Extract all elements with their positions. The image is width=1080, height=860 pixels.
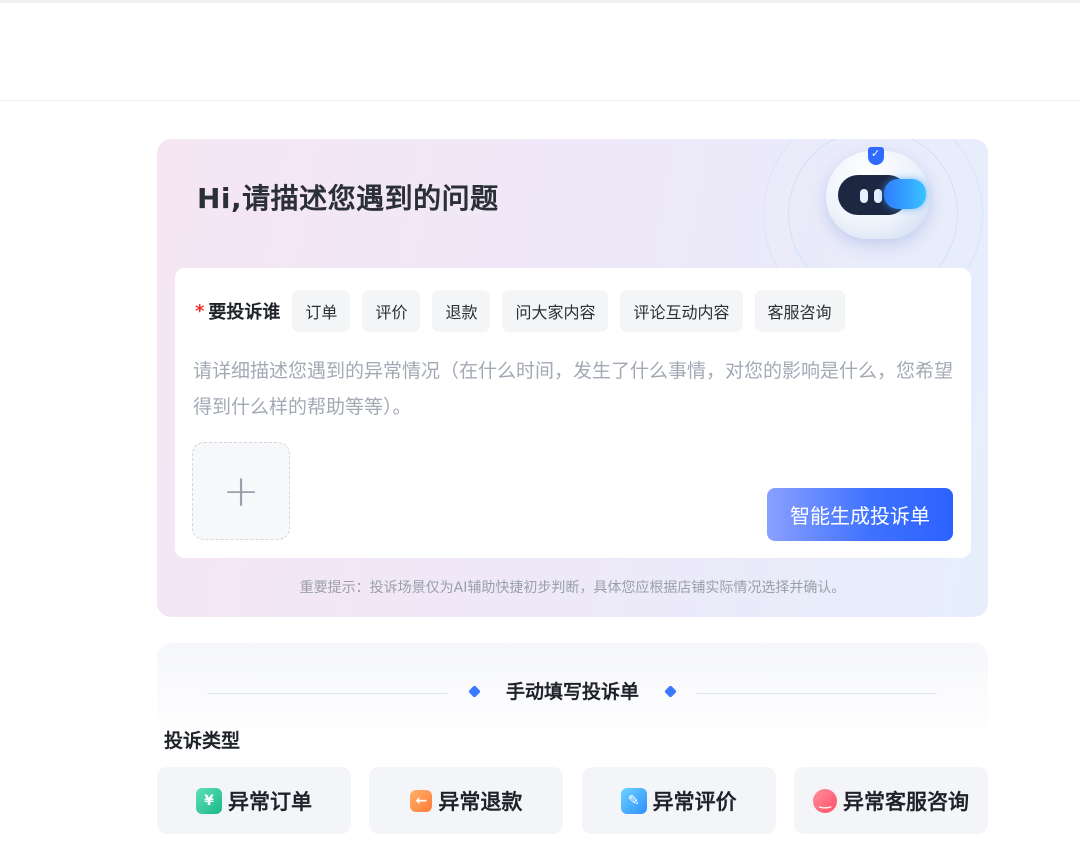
type-abnormal-review-button[interactable]: ✎ 异常评价 [581,767,776,834]
target-chip-review[interactable]: 评价 [362,290,421,332]
complaint-target-row: * 要投诉谁 订单 评价 退款 问大家内容 评论互动内容 客服咨询 [195,290,857,332]
manual-section-title: 手动填写投诉单 [505,681,639,703]
complaint-target-text: 要投诉谁 [208,302,281,323]
type-label: 异常客服咨询 [842,789,969,814]
page-header [0,3,1080,101]
type-label: 异常评价 [652,789,737,814]
target-chip-refund[interactable]: 退款 [432,290,491,332]
generate-complaint-button[interactable]: 智能生成投诉单 [767,488,953,541]
page-title: Hi,请描述您遇到的问题 [197,182,499,215]
important-tip: 重要提示：投诉场景仅为AI辅助快捷初步判断，具体您应根据店铺实际情况选择并确认。 [299,580,846,596]
required-mark: * [195,300,205,322]
target-chip-comment-content[interactable]: 评论互动内容 [620,290,743,332]
divider-right [697,693,937,694]
target-chip-service-consult[interactable]: 客服咨询 [754,290,845,332]
shield-check-icon [868,147,884,165]
upload-image-button[interactable]: + [192,442,290,540]
yuan-receipt-icon: ¥ [196,787,222,814]
type-abnormal-refund-button[interactable]: ← 异常退款 [369,767,564,834]
robot-assistant-icon [822,139,934,243]
edit-note-icon: ✎ [620,787,647,814]
description-input[interactable]: 请详细描述您遇到的异常情况（在什么时间，发生了什么事情，对您的影响是什么，您希望… [193,353,953,425]
type-abnormal-order-button[interactable]: ¥ 异常订单 [157,767,351,834]
manual-section-header: 手动填写投诉单 [157,643,988,743]
target-chip-order[interactable]: 订单 [292,290,351,332]
target-chip-qa-content[interactable]: 问大家内容 [502,290,609,332]
type-label: 异常退款 [438,789,523,814]
refund-arrow-icon: ← [410,789,433,812]
complaint-target-label: * 要投诉谁 [195,298,280,324]
type-label: 异常订单 [228,789,312,814]
chat-bubble-icon: ‿ [812,788,837,813]
complaint-input-panel: * 要投诉谁 订单 评价 退款 问大家内容 评论互动内容 客服咨询 请详细描述您… [175,268,971,558]
complaint-type-heading: 投诉类型 [164,730,241,752]
type-abnormal-service-button[interactable]: ‿ 异常客服咨询 [793,767,988,834]
plus-icon: + [222,465,260,517]
complaint-type-list: ¥ 异常订单 ← 异常退款 ✎ 异常评价 ‿ 异常客服咨询 [157,767,988,834]
ai-complaint-card: Hi,请描述您遇到的问题 * 要投诉谁 订单 评价 退款 问大家内容 评论互动内… [157,139,988,617]
